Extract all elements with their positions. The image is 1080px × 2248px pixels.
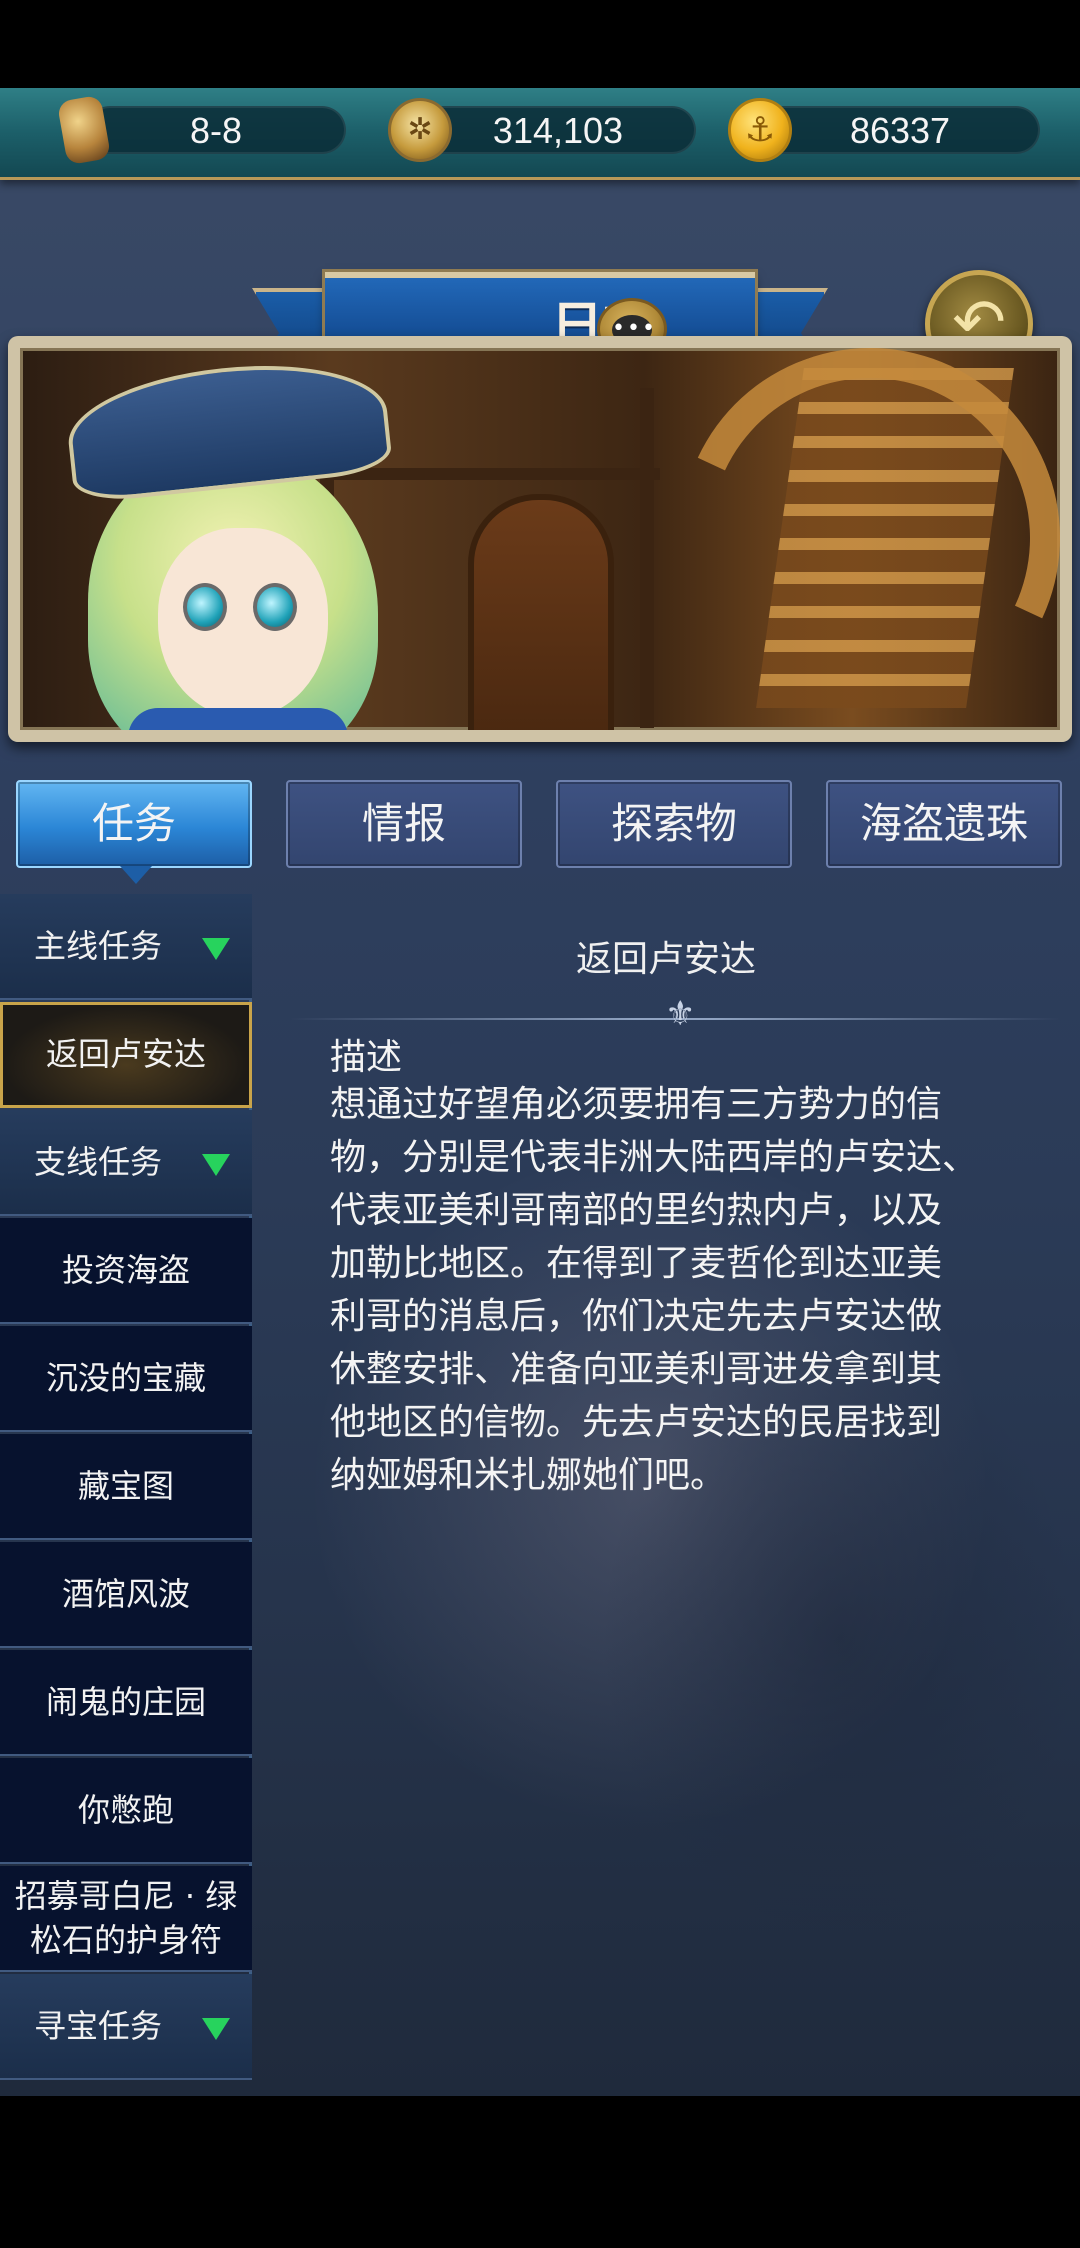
- sidebar-item-haunted-manor[interactable]: 闹鬼的庄园: [0, 1650, 252, 1756]
- gold-counter: 86337: [760, 106, 1040, 154]
- description-line: 利哥的消息后，你们决定先去卢安达做: [330, 1296, 943, 1337]
- description-line: 加勒比地区。在得到了麦哲伦到达亚美: [330, 1243, 943, 1284]
- description-line: 他地区的信物。先去卢安达的民居找到: [330, 1402, 943, 1443]
- sidebar-item-label: 主线任务: [34, 927, 163, 965]
- sidebar-item-invest-pirates[interactable]: 投资海盗: [0, 1218, 252, 1324]
- anchor-coin-icon: ⚓: [728, 98, 792, 162]
- tab-explorations[interactable]: 探索物: [556, 780, 792, 868]
- compass-counter: 314,103: [420, 106, 696, 154]
- arched-door: [468, 494, 614, 730]
- quest-sidebar: 主线任务 返回卢安达 支线任务 投资海盗 沉没的宝藏 藏宝图 酒馆风波 闹鬼的庄…: [0, 894, 252, 2080]
- expand-triangle-icon: [202, 2018, 230, 2040]
- sidebar-item-label: 寻宝任务: [34, 2007, 163, 2045]
- compass-value: 314,103: [492, 110, 624, 151]
- sidebar-category-treasure[interactable]: 寻宝任务: [0, 1974, 252, 2080]
- character-eye-right: [253, 583, 297, 631]
- compass-icon: ✲: [388, 98, 452, 162]
- sidebar-category-side[interactable]: 支线任务: [0, 1110, 252, 1216]
- description-line: 代表亚美利哥南部的里约热内卢，以及: [330, 1190, 943, 1231]
- character-portrait-panel: [8, 336, 1072, 742]
- sidebar-item-recruit-copernicus[interactable]: 招募哥白尼 · 绿 松石的护身符: [0, 1866, 252, 1972]
- stage-value: 8-8: [189, 110, 243, 151]
- stage-counter: 8-8: [86, 106, 346, 154]
- character-cloak: [128, 708, 348, 730]
- tab-pirate-relics[interactable]: 海盗遗珠: [826, 780, 1062, 868]
- quest-title: 返回卢安达: [575, 939, 756, 980]
- description-line: 纳娅姆和米扎娜她们吧。: [330, 1455, 727, 1496]
- divider-ornament-icon: ⚜: [665, 994, 696, 1034]
- character-eye-left: [183, 583, 227, 631]
- sidebar-category-main[interactable]: 主线任务: [0, 894, 252, 1000]
- tab-intel[interactable]: 情报: [286, 780, 522, 868]
- description-line: 物，分别是代表非洲大陆西岸的卢安达、: [330, 1137, 979, 1178]
- expand-triangle-icon: [202, 1154, 230, 1176]
- bottom-letterbox: [0, 2096, 1080, 2248]
- sidebar-item-tavern-trouble[interactable]: 酒馆风波: [0, 1542, 252, 1648]
- description-line: 休整安排、准备向亚美利哥进发拿到其: [330, 1349, 943, 1390]
- character-hat: [62, 351, 394, 505]
- description-label: 描述: [330, 1037, 403, 1078]
- wood-beam: [640, 388, 654, 728]
- sidebar-item-sunken-treasure[interactable]: 沉没的宝藏: [0, 1326, 252, 1432]
- sidebar-item-label: 返回卢安达: [45, 1035, 206, 1073]
- quest-description: 想通过好望角必须要拥有三方势力的信 物，分别是代表非洲大陆西岸的卢安达、 代表亚…: [330, 1078, 1042, 1502]
- hourglass-icon: [56, 94, 112, 166]
- tab-tasks[interactable]: 任务: [16, 780, 252, 884]
- sidebar-item-label-line1: 招募哥白尼 · 绿: [14, 1877, 238, 1915]
- navigator-character: [48, 351, 408, 730]
- sidebar-item-dont-run[interactable]: 你憋跑: [0, 1758, 252, 1864]
- resource-bar: 8-8 314,103 ✲ 86337 ⚓: [0, 88, 1080, 180]
- sidebar-item-return-luanda[interactable]: 返回卢安达: [0, 1002, 252, 1108]
- description-line: 想通过好望角必须要拥有三方势力的信: [330, 1084, 943, 1125]
- sidebar-item-label: 支线任务: [34, 1143, 163, 1181]
- character-face: [158, 528, 328, 718]
- gold-value: 86337: [849, 110, 951, 151]
- sidebar-item-treasure-map[interactable]: 藏宝图: [0, 1434, 252, 1540]
- expand-triangle-icon: [202, 938, 230, 960]
- sidebar-item-label-line2: 松石的护身符: [29, 1921, 222, 1959]
- game-screen: 8-8 314,103 ✲ 86337 ⚓ 日志 ••• ↶: [0, 88, 1080, 2096]
